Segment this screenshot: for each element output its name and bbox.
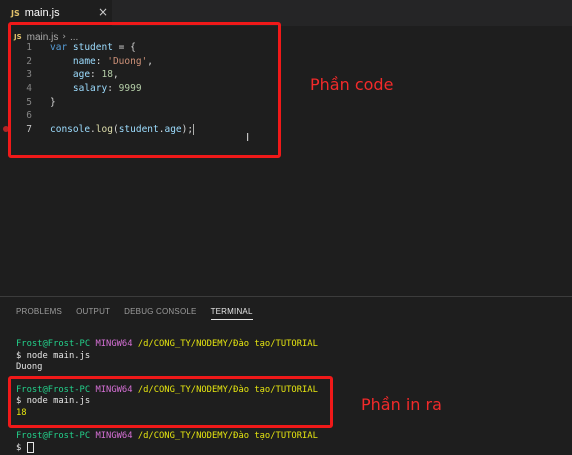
output-annotation-box (8, 376, 333, 428)
tab-output[interactable]: OUTPUT (76, 307, 110, 320)
code-annotation-label: Phần code (310, 75, 394, 94)
panel-tabs: PROBLEMS OUTPUT DEBUG CONSOLE TERMINAL (16, 307, 267, 320)
tab-label: main.js (24, 7, 60, 19)
code-annotation-box (8, 22, 281, 158)
terminal-command: $ node main.js (16, 350, 91, 361)
tab-debug-console[interactable]: DEBUG CONSOLE (124, 307, 196, 320)
terminal-cursor (26, 442, 34, 454)
terminal-prompt-line: Frost@Frost-PC MINGW64 /d/CONG_TY/NODEMY… (16, 430, 318, 441)
terminal-input-line[interactable]: $ (16, 442, 556, 454)
tab-terminal[interactable]: TERMINAL (210, 307, 253, 320)
tab-problems[interactable]: PROBLEMS (16, 307, 62, 320)
close-icon[interactable]: × (98, 5, 108, 19)
terminal-output: Duong (16, 362, 43, 373)
panel-divider (0, 296, 572, 297)
output-annotation-label: Phần in ra (361, 395, 442, 414)
terminal-prompt-line: Frost@Frost-PC MINGW64 /d/CONG_TY/NODEMY… (16, 339, 318, 349)
js-file-icon: JS (11, 8, 20, 18)
